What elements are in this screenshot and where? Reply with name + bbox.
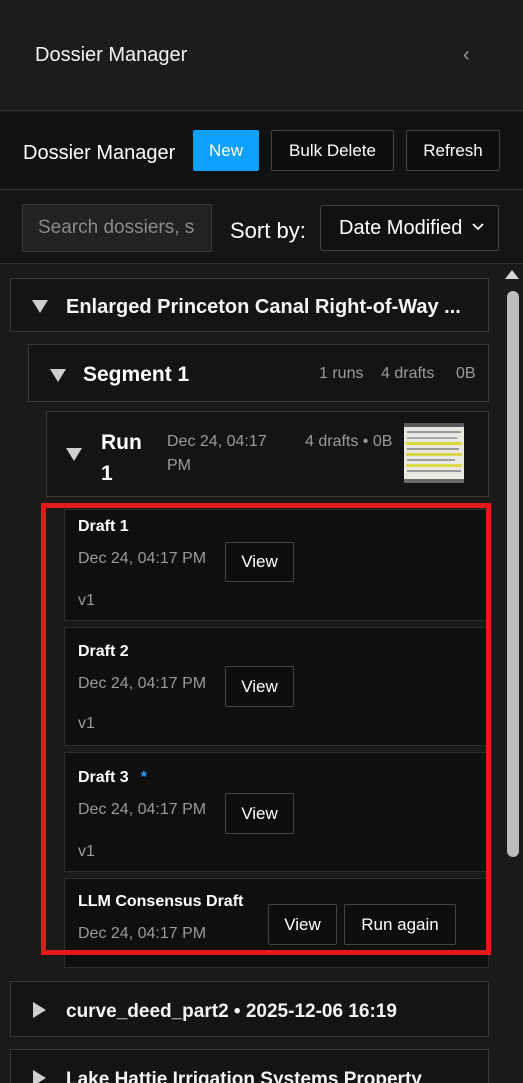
draft-date: Dec 24, 04:17 PM bbox=[78, 801, 207, 818]
dossier-item[interactable]: Lake Hattie Irrigation Systems Property bbox=[10, 1049, 489, 1083]
toolbar-title: Dossier Manager bbox=[23, 142, 176, 164]
refresh-button[interactable]: Refresh bbox=[406, 130, 500, 171]
view-draft-button[interactable]: View bbox=[225, 666, 294, 707]
dossier-item[interactable]: curve_deed_part2 • 2025-12-06 16:19 bbox=[10, 981, 489, 1037]
segment-item[interactable]: Segment 1 1 runs 4 drafts 0B bbox=[28, 344, 489, 402]
document-thumbnail[interactable] bbox=[404, 423, 464, 483]
expand-toggle-icon[interactable] bbox=[33, 1070, 46, 1083]
expand-toggle-icon[interactable] bbox=[66, 448, 82, 461]
consensus-draft-card: LLM Consensus Draft Dec 24, 04:17 PM Vie… bbox=[64, 878, 489, 968]
draft-name: Draft 3 * bbox=[78, 769, 147, 787]
search-sort-row: Search dossiers, s Sort by: Date Modifie… bbox=[0, 191, 523, 264]
segment-size: 0B bbox=[456, 365, 476, 382]
draft-version: v1 bbox=[78, 715, 95, 732]
expand-toggle-icon[interactable] bbox=[33, 1002, 46, 1018]
draft-version: v1 bbox=[78, 592, 95, 609]
search-input[interactable]: Search dossiers, s bbox=[22, 204, 212, 252]
dossier-item[interactable]: Enlarged Princeton Canal Right-of-Way ..… bbox=[10, 278, 489, 332]
segment-runs-count: 1 runs bbox=[319, 365, 364, 382]
dossier-name: Enlarged Princeton Canal Right-of-Way ..… bbox=[66, 296, 461, 318]
run-again-button[interactable]: Run again bbox=[344, 904, 456, 945]
view-draft-button[interactable]: View bbox=[268, 904, 337, 945]
draft-name: Draft 1 bbox=[78, 518, 129, 535]
sort-label: Sort by: bbox=[230, 218, 306, 243]
draft-card: Draft 1 Dec 24, 04:17 PM View v1 bbox=[64, 509, 489, 621]
expand-toggle-icon[interactable] bbox=[50, 369, 66, 382]
draft-version: v1 bbox=[78, 843, 95, 860]
view-draft-button[interactable]: View bbox=[225, 793, 294, 834]
dossier-name: Lake Hattie Irrigation Systems Property bbox=[66, 1069, 422, 1083]
chevron-down-icon bbox=[472, 223, 484, 231]
app-header: Dossier Manager ‹ bbox=[0, 0, 523, 111]
scrollbar-thumb[interactable] bbox=[507, 291, 519, 857]
draft-date: Dec 24, 04:17 PM bbox=[78, 675, 207, 692]
sort-selected-value: Date Modified bbox=[339, 216, 463, 239]
run-name-line1: Run bbox=[101, 431, 142, 454]
bulk-delete-button[interactable]: Bulk Delete bbox=[271, 130, 394, 171]
modified-indicator: * bbox=[140, 769, 147, 786]
dossier-name: curve_deed_part2 • 2025-12-06 16:19 bbox=[66, 1001, 397, 1022]
draft-card: Draft 3 * Dec 24, 04:17 PM View v1 bbox=[64, 752, 489, 872]
collapse-panel-icon[interactable]: ‹ bbox=[463, 44, 470, 67]
app-title: Dossier Manager bbox=[35, 44, 188, 66]
scroll-up-arrow-icon[interactable] bbox=[505, 270, 519, 279]
toolbar: Dossier Manager New Bulk Delete Refresh bbox=[0, 112, 523, 190]
view-draft-button[interactable]: View bbox=[225, 542, 294, 582]
draft-card: Draft 2 Dec 24, 04:17 PM View v1 bbox=[64, 627, 489, 746]
draft-name: LLM Consensus Draft bbox=[78, 893, 244, 910]
draft-name-text: Draft 3 bbox=[78, 769, 129, 786]
run-item[interactable]: Run 1 Dec 24, 04:17 PM 4 drafts • 0B bbox=[46, 411, 489, 497]
draft-date: Dec 24, 04:17 PM bbox=[78, 925, 207, 942]
segment-name: Segment 1 bbox=[83, 363, 190, 386]
segment-drafts-count: 4 drafts bbox=[381, 365, 435, 382]
new-button[interactable]: New bbox=[193, 130, 259, 171]
draft-date: Dec 24, 04:17 PM bbox=[78, 550, 207, 567]
run-date: Dec 24, 04:17 PM bbox=[167, 433, 267, 474]
sort-select[interactable]: Date Modified bbox=[320, 205, 499, 251]
run-name: Run 1 bbox=[101, 427, 151, 489]
run-meta: 4 drafts • 0B bbox=[305, 433, 393, 450]
draft-name: Draft 2 bbox=[78, 643, 129, 660]
expand-toggle-icon[interactable] bbox=[32, 300, 48, 313]
run-name-line2: 1 bbox=[101, 462, 113, 485]
